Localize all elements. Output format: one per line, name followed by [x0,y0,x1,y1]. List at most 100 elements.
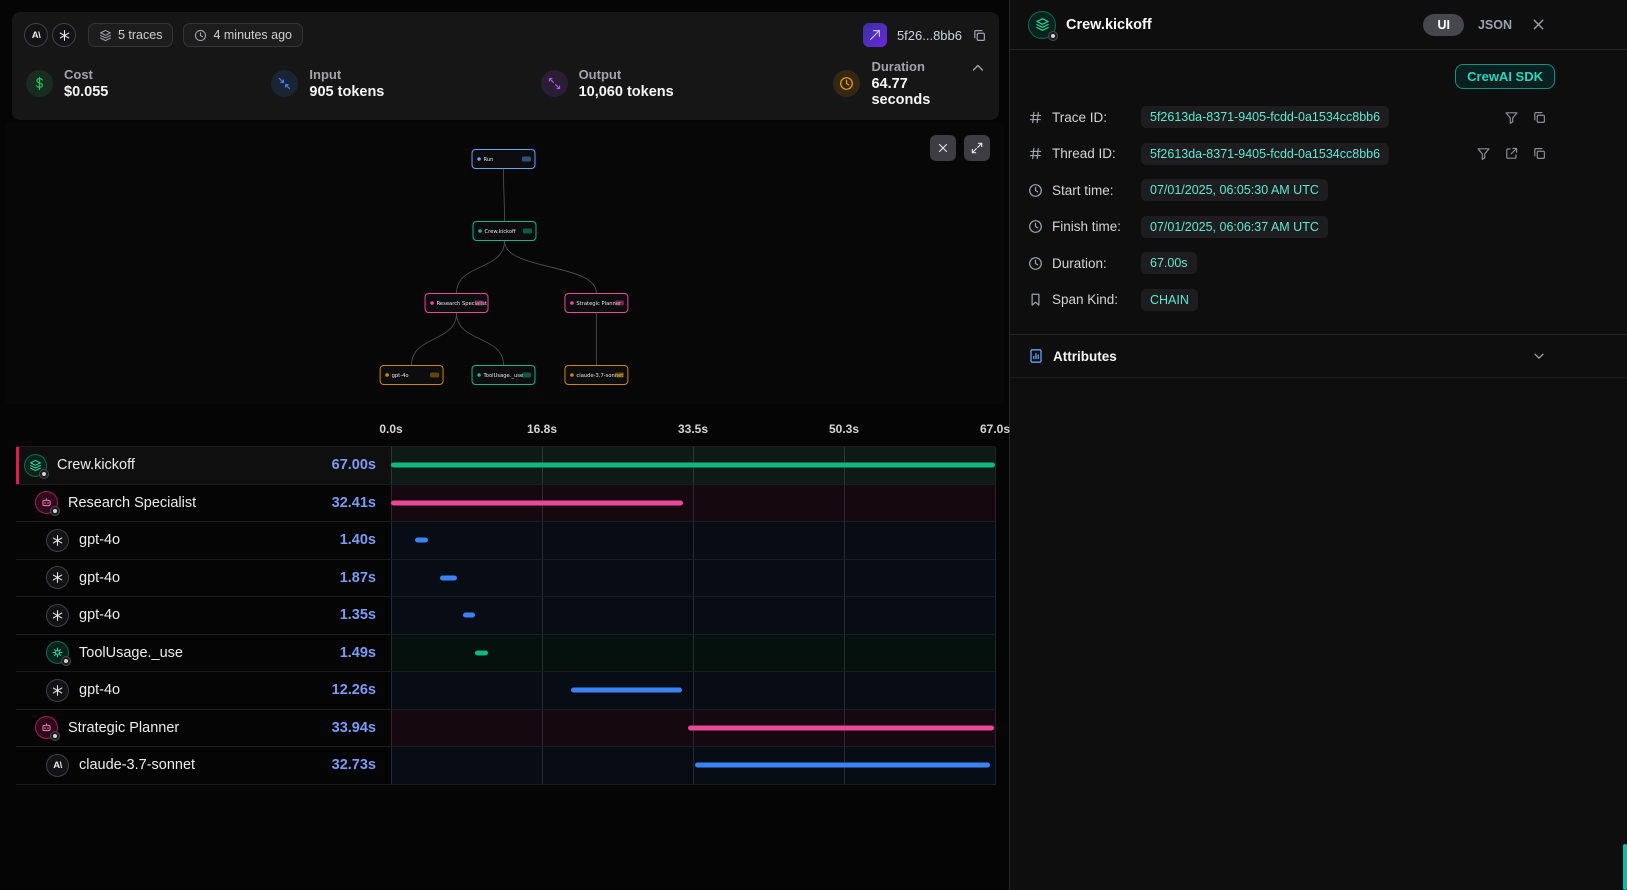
svg-text:Run: Run [484,157,494,163]
detail-field: Finish time:07/01/2025, 06:06:37 AM UTC [1028,209,1547,246]
trace-age-label: 4 minutes ago [213,28,292,42]
span-bar [391,463,995,468]
timeline-row[interactable]: gpt-4o 1.35s [16,597,995,635]
field-label: Start time: [1052,183,1132,198]
trace-chart-icon[interactable] [863,23,887,47]
stat-duration: Duration 64.77 seconds [833,59,969,108]
stats-bar: Cost $0.055 Input 905 tokens Output 10,0… [24,59,987,108]
attributes-section[interactable]: Attributes [1010,334,1627,378]
close-sidebar-icon[interactable] [1530,16,1547,33]
span-title: Crew.kickoff [1066,17,1152,33]
span-duration: 1.35s [340,607,391,623]
stat-cost: Cost $0.055 [26,67,271,100]
trace-header: A\ 5 traces 4 minutes ago 5f26...8bb6 [24,19,987,51]
span-duration: 32.41s [332,495,391,511]
graph-node[interactable]: ToolUsage._use [472,366,535,385]
timeline-row[interactable]: Strategic Planner33.94s [16,710,995,748]
timeline-row[interactable]: ToolUsage._use1.49s [16,635,995,673]
field-label: Thread ID: [1052,146,1132,161]
tab-json[interactable]: JSON [1478,14,1512,36]
span-name: gpt-4o [79,607,120,623]
timeline-rows: Crew.kickoff 67.00s Research Specialist32.… [16,446,995,785]
openai-logo [52,23,76,47]
openai-icon [46,679,69,702]
traces-count-badge[interactable]: 5 traces [88,23,173,47]
trace-graph-canvas[interactable]: Run Crew.kickoff Research Specialist Strate… [5,123,1004,404]
sdk-badge-row: CrewAI SDK [1010,50,1627,93]
span-bar [475,650,488,655]
crew-icon [1028,11,1056,39]
field-value: 5f2613da-8371-9405-fcdd-0a1534cc8bb6 [1141,106,1389,128]
graph-node[interactable]: claude-3.7-sonnet [565,366,628,385]
field-value: 07/01/2025, 06:06:37 AM UTC [1141,216,1328,238]
span-name: Strategic Planner [68,720,179,736]
graph-close-button[interactable] [930,135,956,161]
timeline-row[interactable]: A\claude-3.7-sonnet32.73s [16,747,995,785]
dollar-icon [26,70,53,97]
timeline-row[interactable]: Research Specialist32.41s [16,485,995,523]
span-bar [415,538,428,543]
copy-icon[interactable] [972,28,987,43]
graph-node[interactable]: Crew.kickoff [473,222,536,241]
anthropic-icon: A\ [46,754,69,777]
graph-node[interactable]: Run [472,150,535,169]
trace-id-short: 5f26...8bb6 [897,28,962,43]
span-duration: 1.40s [340,532,391,548]
span-bar [440,575,457,580]
trace-main-panel: A\ 5 traces 4 minutes ago 5f26...8bb6 [0,0,1010,890]
svg-text:Crew.kickoff: Crew.kickoff [485,229,517,235]
stat-output: Output 10,060 tokens [541,67,834,100]
traces-count-label: 5 traces [118,28,162,42]
span-bar [688,725,994,730]
stat-input: Input 905 tokens [271,67,540,100]
field-value: 67.00s [1141,252,1197,274]
input-tokens-icon [271,70,298,97]
span-track [391,672,995,709]
graph-expand-button[interactable] [964,135,990,161]
svg-text:ToolUsage._use: ToolUsage._use [483,373,524,379]
span-track [391,747,995,784]
clock-icon [1028,219,1043,234]
collapse-stats-chevron[interactable] [969,59,987,77]
filter-icon[interactable] [1476,146,1491,161]
openai-icon [46,529,69,552]
span-fields: Trace ID:5f2613da-8371-9405-fcdd-0a1534c… [1010,93,1627,328]
timeline-row[interactable]: gpt-4o1.87s [16,560,995,598]
field-value: 07/01/2025, 06:05:30 AM UTC [1141,179,1328,201]
span-track [391,447,995,484]
graph-node[interactable]: gpt-4o [380,366,443,385]
tab-ui[interactable]: UI [1423,14,1464,36]
clock-icon [194,29,207,42]
agent-icon [35,491,58,514]
span-duration: 67.00s [332,457,391,473]
sidebar-header: Crew.kickoff UI JSON [1010,0,1627,50]
span-track [391,635,995,672]
span-track [391,710,995,747]
axis-tick: 0.0s [379,422,402,436]
external-icon[interactable] [1504,146,1519,161]
graph-node[interactable]: Strategic Planner [565,294,628,313]
attributes-doc-icon [1028,348,1044,364]
span-track [391,597,995,634]
graph-node[interactable]: Research Specialist [425,294,488,313]
timeline-row[interactable]: gpt-4o12.26s [16,672,995,710]
span-bar [571,688,682,693]
clock-icon [1028,183,1043,198]
output-tokens-icon [541,70,568,97]
span-name: ToolUsage._use [79,645,183,661]
span-name: Crew.kickoff [57,457,135,473]
copy-icon[interactable] [1532,146,1547,161]
axis-tick: 50.3s [829,422,859,436]
svg-text:gpt-4o: gpt-4o [392,373,409,379]
hash-icon [1028,110,1043,125]
openai-icon [46,604,69,627]
scrollbar-thumb[interactable] [1623,844,1627,890]
span-duration: 1.87s [340,570,391,586]
timeline-row[interactable]: gpt-4o1.40s [16,522,995,560]
timeline-row[interactable]: Crew.kickoff 67.00s [16,447,995,485]
filter-icon[interactable] [1504,110,1519,125]
copy-icon[interactable] [1532,110,1547,125]
trace-age-badge: 4 minutes ago [183,23,303,47]
span-duration: 32.73s [332,757,391,773]
span-details-sidebar: Crew.kickoff UI JSON CrewAI SDK Trace ID… [1010,0,1627,890]
